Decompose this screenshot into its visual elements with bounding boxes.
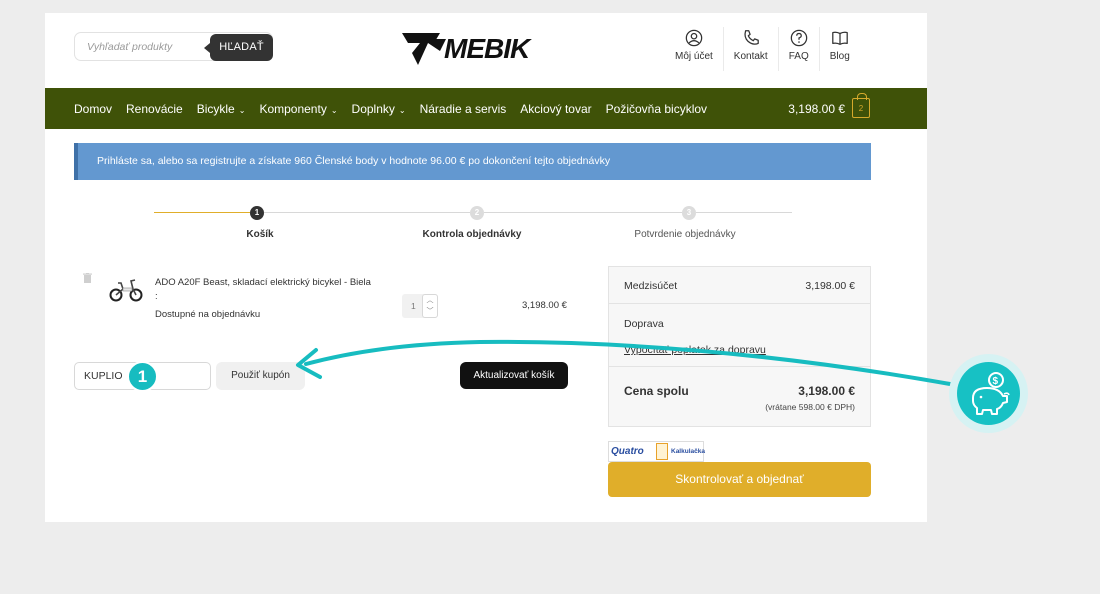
chevron-down-icon: ⌄ (238, 105, 246, 115)
step-1-dot: 1 (250, 206, 264, 220)
quatro-logo: Quatro (611, 446, 644, 457)
coin-symbol: $ (993, 376, 999, 387)
contact-link[interactable]: Kontakt (722, 27, 778, 71)
quantity-value[interactable]: 1 (411, 301, 416, 311)
calculator-icon (656, 443, 668, 460)
total-label: Cena spolu (624, 384, 689, 398)
step-3-dot: 3 (682, 206, 696, 220)
nav-item-naradie[interactable]: Náradie a servis (420, 102, 507, 116)
quatro-calculator[interactable]: Quatro Kalkulačka (608, 441, 705, 462)
piggy-bank-badge: $ (949, 354, 1028, 433)
mebik-logo[interactable]: MEBIK (400, 25, 548, 71)
header-links: Môj účet Kontakt FAQ Blog (665, 27, 860, 71)
account-label: Môj účet (675, 51, 713, 62)
book-icon (831, 31, 848, 45)
step-badge: 1 (127, 361, 158, 392)
quatro-calculator-label: Kalkulačka (671, 448, 705, 455)
nav-item-doplnky-label: Doplnky (351, 101, 395, 116)
nav-item-komponenty[interactable]: Komponenty ⌄ (259, 102, 337, 116)
chevron-up-icon[interactable]: ︿ (423, 295, 437, 306)
apply-coupon-button[interactable]: Použiť kupón (216, 362, 305, 390)
help-icon (790, 29, 807, 47)
chevron-down-icon: ⌄ (398, 105, 406, 115)
product-variant: : (155, 291, 158, 302)
product-availability: Dostupné na objednávku (155, 309, 261, 320)
cart-bag-icon[interactable]: 2 (852, 93, 870, 118)
total-value: 3,198.00 € (798, 384, 855, 398)
step-line (264, 212, 470, 213)
nav-item-pozicovna[interactable]: Požičovňa bicyklov (606, 102, 707, 116)
step-1-label[interactable]: Košík (246, 229, 273, 240)
nav-item-bicykle-label: Bicykle (196, 101, 235, 116)
faq-label: FAQ (788, 51, 809, 62)
shipping-label: Doprava (624, 318, 664, 330)
vat-note: (vrátane 598.00 € DPH) (765, 402, 855, 412)
shipping-row: Doprava (609, 304, 870, 367)
search-form: Vyhľadať produkty HĽADAŤ (74, 32, 273, 61)
quantity-arrows[interactable]: ︿ ﹀ (422, 294, 438, 318)
account-link[interactable]: Môj účet (665, 27, 723, 71)
subtotal-value: 3,198.00 € (805, 280, 855, 292)
nav-item-renovacie[interactable]: Renovácie (126, 102, 183, 116)
update-cart-button[interactable]: Aktualizovať košík (460, 362, 568, 389)
search-input[interactable]: Vyhľadať produkty (87, 41, 172, 53)
main-nav: Domov Renovácie Bicykle ⌄ Komponenty ⌄ Dop… (45, 88, 927, 129)
step-2-dot: 2 (470, 206, 484, 220)
nav-item-komponenty-label: Komponenty (259, 101, 327, 116)
step-2-label[interactable]: Kontrola objednávky (423, 229, 522, 240)
nav-item-akciovy[interactable]: Akciový tovar (520, 102, 591, 116)
checkout-steps: 1 2 3 Košík Kontrola objednávky Potvrden… (154, 206, 792, 246)
contact-label: Kontakt (733, 51, 768, 62)
piggy-bank-icon: $ (972, 372, 1010, 415)
chevron-down-icon: ⌄ (330, 105, 338, 115)
user-icon (685, 29, 703, 47)
page-container: Vyhľadať produkty HĽADAŤ MEBIK Môj účet … (45, 13, 927, 522)
logo-text: MEBIK (444, 33, 532, 64)
faq-link[interactable]: FAQ (777, 27, 819, 71)
step-line (696, 212, 792, 213)
search-button[interactable]: HĽADAŤ (204, 34, 273, 61)
cart-total[interactable]: 3,198.00 € (788, 102, 845, 116)
trash-icon[interactable] (83, 273, 92, 283)
product-thumbnail[interactable] (109, 277, 143, 302)
subtotal-label: Medzisúčet (624, 280, 678, 292)
shipping-calculator-link[interactable]: Vypočítať poplatok za dopravu (624, 344, 766, 356)
phone-icon (744, 30, 759, 45)
blog-label: Blog (829, 51, 850, 62)
cart-totals: Medzisúčet 3,198.00 € Doprava Vypočítať … (608, 266, 871, 427)
nav-item-domov[interactable]: Domov (74, 102, 112, 116)
step-line-done (154, 212, 250, 213)
step-3-label: Potvrdenie objednávky (634, 229, 736, 240)
step-line (484, 212, 682, 213)
checkout-button[interactable]: Skontrolovať a objednať (608, 462, 871, 497)
points-notice: Prihláste sa, alebo sa registrujte a zís… (74, 143, 871, 180)
chevron-down-icon[interactable]: ﹀ (423, 306, 437, 317)
subtotal-row: Medzisúčet 3,198.00 € (609, 267, 870, 304)
product-price: 3,198.00 € (522, 300, 567, 311)
blog-link[interactable]: Blog (818, 27, 860, 71)
product-name[interactable]: ADO A20F Beast, skladací elektrický bicy… (155, 276, 371, 290)
quantity-stepper[interactable]: 1 ︿ ﹀ (402, 294, 438, 318)
nav-item-doplnky[interactable]: Doplnky ⌄ (352, 102, 406, 116)
nav-item-bicykle[interactable]: Bicykle ⌄ (197, 102, 246, 116)
